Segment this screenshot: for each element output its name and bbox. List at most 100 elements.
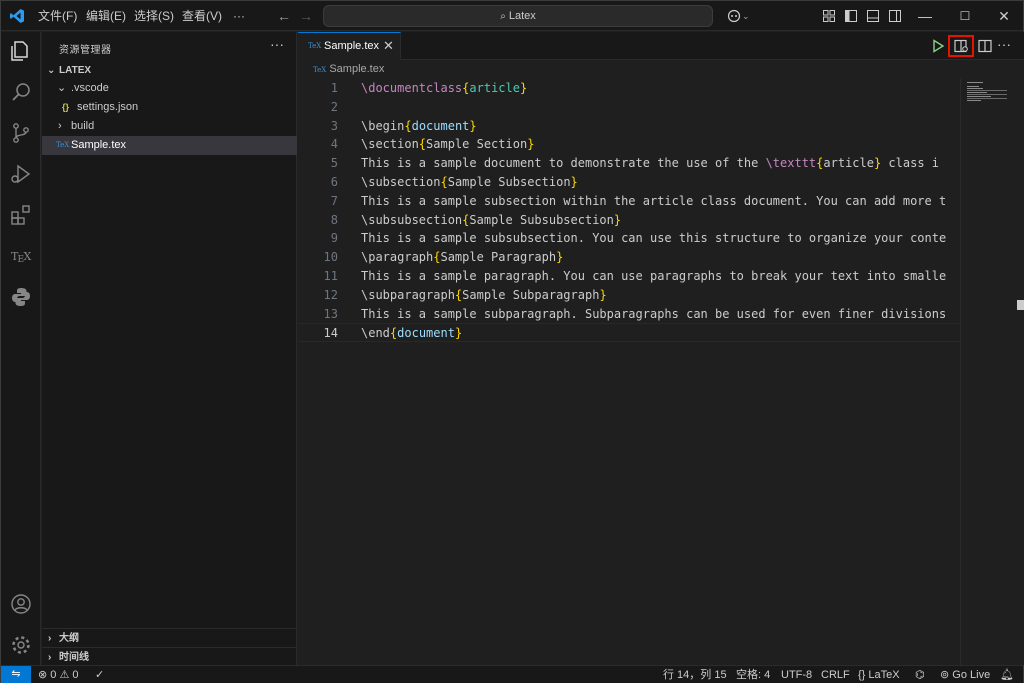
- source-control-icon[interactable]: [9, 121, 33, 145]
- menu-view[interactable]: 查看(V): [182, 1, 222, 31]
- tree-item-vscode-folder[interactable]: ⌄ .vscode: [42, 79, 297, 98]
- line-text: \begin{document}: [361, 118, 477, 133]
- copilot-status-icon[interactable]: ⌬: [915, 666, 925, 683]
- line-text: This is a sample document to demonstrate…: [361, 156, 939, 171]
- toggle-panel-icon[interactable]: [866, 9, 880, 23]
- tex-file-icon: TeX: [56, 141, 70, 149]
- code-line[interactable]: 1 \documentclass{article}: [298, 79, 960, 98]
- go-live-label: Go Live: [952, 669, 991, 681]
- indentation[interactable]: 空格: 4: [736, 666, 770, 683]
- line-number: 6: [330, 175, 338, 189]
- language-mode[interactable]: {} LaTeX: [858, 666, 900, 683]
- cursor-position[interactable]: 行 14，列 15: [663, 666, 727, 683]
- close-window-button[interactable]: ✕: [984, 1, 1024, 31]
- error-count: 0: [50, 669, 57, 681]
- menu-file[interactable]: 文件(F): [38, 1, 77, 31]
- code-line[interactable]: 2: [298, 98, 960, 117]
- explorer-more-actions-icon[interactable]: ···: [270, 36, 284, 52]
- toggle-secondary-sidebar-icon[interactable]: [888, 9, 902, 23]
- more-actions-icon[interactable]: ···: [997, 36, 1013, 52]
- line-number: 10: [323, 250, 338, 265]
- line-text: This is a sample subparagraph. Subparagr…: [361, 306, 947, 321]
- line-text: \subparagraph{Sample Subparagraph}: [361, 287, 607, 302]
- warning-icon: ⚠: [59, 669, 70, 681]
- timeline-section-header[interactable]: › 时间线: [42, 647, 297, 666]
- notifications-bell-icon[interactable]: 🔔︎: [1000, 666, 1014, 683]
- line-ending[interactable]: CRLF: [821, 666, 850, 683]
- broadcast-icon: ⊚: [940, 669, 950, 681]
- status-bar: ⇋ ⊗ 0 ⚠ 0 ✓ 行 14，列 15 空格: 4 UTF-8 CRLF {…: [1, 665, 1023, 683]
- code-line[interactable]: 10 \paragraph{Sample Paragraph}: [298, 248, 960, 267]
- line-text: \subsubsection{Sample Subsubsection}: [361, 212, 622, 227]
- tex-file-icon: TeX: [313, 66, 327, 74]
- minimap-preview: [967, 82, 1007, 101]
- tree-item-sample-tex[interactable]: TeX Sample.tex: [42, 136, 297, 155]
- toggle-primary-sidebar-icon[interactable]: [844, 9, 858, 23]
- code-line[interactable]: 5 This is a sample document to demonstrat…: [298, 154, 960, 173]
- line-number: 11: [323, 269, 338, 283]
- menu-selection[interactable]: 选择(S): [134, 1, 174, 31]
- code-line[interactable]: 11 This is a sample paragraph. You can us…: [298, 267, 960, 286]
- explorer-title: 资源管理器: [59, 45, 112, 56]
- command-center-search[interactable]: ⌕ Latex: [323, 5, 713, 27]
- tree-item-settings-json[interactable]: {} settings.json: [42, 98, 297, 117]
- split-editor-icon[interactable]: [977, 38, 993, 54]
- tree-item-label: Sample.tex: [71, 139, 127, 151]
- breadcrumb[interactable]: TeX Sample.tex: [313, 63, 384, 75]
- outline-section-header[interactable]: › 大纲: [42, 628, 297, 647]
- check-icon[interactable]: ✓: [95, 666, 104, 683]
- breadcrumb-file: Sample.tex: [329, 63, 385, 75]
- settings-gear-icon[interactable]: [9, 633, 33, 657]
- code-line[interactable]: 9 This is a sample subsubsection. You can…: [298, 229, 960, 248]
- remote-indicator-icon[interactable]: ⇋: [1, 666, 31, 683]
- copilot-icon[interactable]: [727, 9, 741, 23]
- extensions-icon[interactable]: [9, 203, 33, 227]
- chevron-down-icon: ⌄: [57, 82, 67, 94]
- account-icon[interactable]: [9, 592, 33, 616]
- menu-edit[interactable]: 编辑(E): [86, 1, 126, 31]
- chevron-right-icon: ›: [48, 633, 52, 644]
- tree-item-build-folder[interactable]: › build: [42, 117, 297, 136]
- customize-layout-icon[interactable]: [822, 9, 836, 23]
- minimap[interactable]: [960, 79, 1024, 665]
- braces-icon: {}: [858, 669, 866, 681]
- code-line[interactable]: 3 \begin{document}: [298, 117, 960, 136]
- code-line[interactable]: 4 \section{Sample Section}: [298, 135, 960, 154]
- editor-group: TeX Sample.tex ✕ ··· TeX Sample.tex 1 \d…: [298, 32, 1024, 665]
- code-line[interactable]: 12 \subparagraph{Sample Subparagraph}: [298, 286, 960, 305]
- forward-arrow-icon[interactable]: →: [299, 8, 313, 24]
- line-text: \paragraph{Sample Paragraph}: [361, 250, 564, 265]
- go-live-button[interactable]: ⊚ Go Live: [940, 666, 990, 683]
- workspace-root-folder[interactable]: ⌄ LATEX: [42, 61, 297, 80]
- code-line[interactable]: 8 \subsubsection{Sample Subsubsection}: [298, 211, 960, 230]
- line-number: 5: [330, 156, 338, 171]
- code-line[interactable]: 6 \subsection{Sample Subsection}: [298, 173, 960, 192]
- maximize-button[interactable]: ☐: [945, 1, 985, 31]
- code-line[interactable]: 14 \end{document}: [298, 323, 960, 343]
- outline-label: 大纲: [59, 633, 79, 644]
- close-icon[interactable]: ✕: [383, 38, 394, 54]
- search-activity-icon[interactable]: [9, 80, 33, 104]
- minimize-button[interactable]: —: [905, 1, 945, 31]
- highlight-box: [948, 35, 974, 57]
- copilot-chevron-down-icon[interactable]: ⌄: [742, 11, 750, 22]
- tex-workshop-icon[interactable]: T E X: [9, 244, 33, 268]
- run-debug-icon[interactable]: [9, 162, 33, 186]
- code-line[interactable]: 13 This is a sample subparagraph. Subpara…: [298, 305, 960, 324]
- tree-item-label: settings.json: [77, 101, 139, 113]
- title-bar: 文件(F) 编辑(E) 选择(S) 查看(V) ··· ← → ⌕ Latex …: [1, 1, 1023, 31]
- code-line[interactable]: 7 This is a sample subsection within the …: [298, 192, 960, 211]
- run-build-icon[interactable]: [930, 38, 946, 54]
- python-icon[interactable]: [9, 285, 33, 309]
- workspace-root-label: LATEX: [59, 65, 92, 76]
- encoding[interactable]: UTF-8: [781, 666, 812, 683]
- explorer-sidebar: 资源管理器 ··· ⌄ LATEX ⌄ .vscode {} settings.…: [42, 32, 297, 665]
- search-icon: ⌕: [500, 11, 506, 22]
- tab-sample-tex[interactable]: TeX Sample.tex ✕: [298, 32, 401, 60]
- problems-indicator[interactable]: ⊗ 0 ⚠ 0: [38, 666, 79, 683]
- back-arrow-icon[interactable]: ←: [277, 8, 291, 24]
- explorer-icon[interactable]: [9, 39, 33, 63]
- line-number: 4: [330, 137, 338, 152]
- line-number: 2: [330, 99, 338, 114]
- menu-more[interactable]: ···: [233, 1, 245, 31]
